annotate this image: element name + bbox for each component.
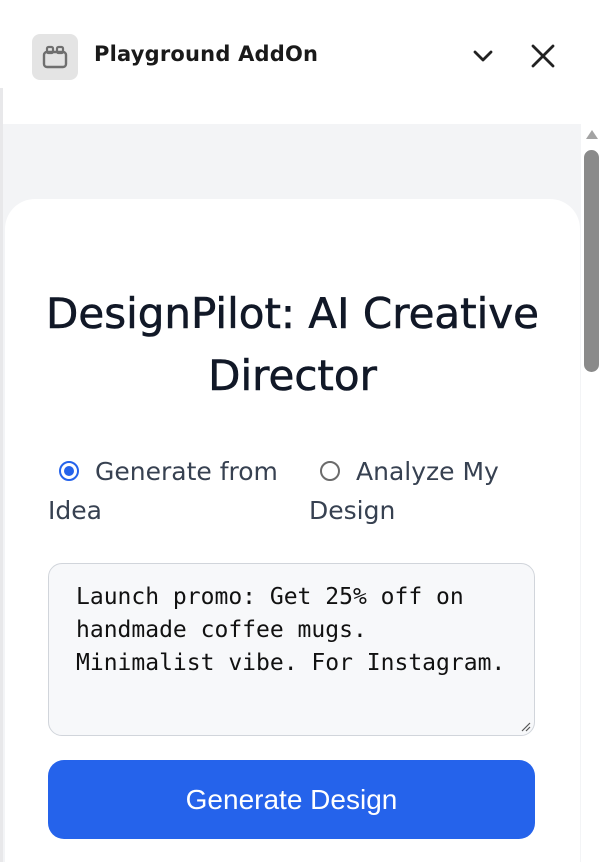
panel-header: Playground AddOn <box>0 0 602 88</box>
mode-option-label: Analyze My Design <box>309 457 499 525</box>
prompt-text: Launch promo: Get 25% off on handmade co… <box>76 584 506 676</box>
close-icon <box>531 44 555 68</box>
chevron-down-icon <box>473 50 493 62</box>
generate-design-button[interactable]: Generate Design <box>48 760 535 839</box>
close-button[interactable] <box>527 40 559 72</box>
prompt-textarea[interactable]: Launch promo: Get 25% off on handmade co… <box>48 563 535 736</box>
scroll-up-arrow-icon[interactable] <box>586 130 598 139</box>
main-card: DesignPilot: AI Creative Director Genera… <box>5 199 580 862</box>
mode-selector: Generate from Idea Analyze My Design <box>48 452 548 532</box>
vertical-scrollbar[interactable] <box>581 124 602 862</box>
collapse-button[interactable] <box>467 40 499 72</box>
page-title: DesignPilot: AI Creative Director <box>46 289 540 401</box>
addon-title: Playground AddOn <box>94 42 319 66</box>
addon-panel: Playground AddOn DesignPilot: AI Creativ… <box>0 0 602 862</box>
radio-button-unselected[interactable] <box>320 461 340 481</box>
radio-button-selected[interactable] <box>59 461 79 481</box>
addon-box-icon <box>32 34 78 80</box>
resize-handle-icon[interactable] <box>519 720 531 732</box>
mode-option-analyze[interactable]: Analyze My Design <box>309 452 549 530</box>
mode-option-generate[interactable]: Generate from Idea <box>48 452 288 530</box>
scrollbar-thumb[interactable] <box>584 150 599 372</box>
mode-option-label: Generate from Idea <box>48 457 278 525</box>
content-area: DesignPilot: AI Creative Director Genera… <box>3 124 581 862</box>
